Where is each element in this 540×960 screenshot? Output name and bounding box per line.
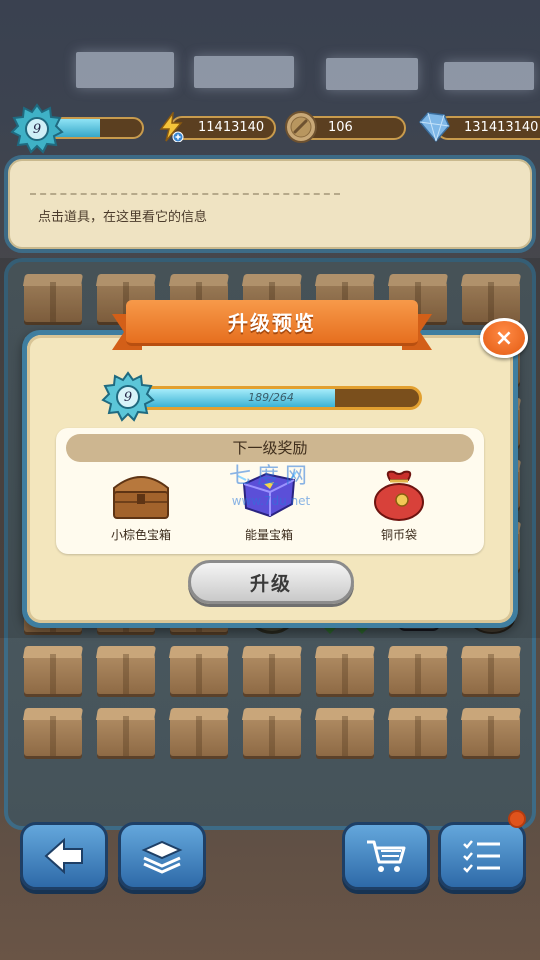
upgrade-button-label: 升级 bbox=[249, 572, 292, 595]
grid-cell-crate[interactable] bbox=[456, 644, 524, 700]
shop-button[interactable] bbox=[342, 822, 430, 890]
crate-icon bbox=[316, 654, 374, 694]
notification-dot bbox=[508, 810, 526, 828]
energy-chest-icon bbox=[234, 466, 304, 522]
grid-cell-crate[interactable] bbox=[310, 644, 378, 700]
crate-icon bbox=[170, 654, 228, 694]
reward-item[interactable]: 铜币袋 bbox=[344, 466, 454, 546]
modal-title: 升级预览 bbox=[126, 300, 418, 346]
crate-icon bbox=[316, 716, 374, 756]
tasks-button[interactable] bbox=[438, 822, 526, 890]
reward-label: 小棕色宝箱 bbox=[110, 528, 171, 542]
coin-bag-icon bbox=[364, 466, 434, 522]
grid-cell-crate[interactable] bbox=[18, 644, 86, 700]
crate-icon bbox=[389, 716, 447, 756]
crate-icon bbox=[462, 654, 520, 694]
grid-cell-crate[interactable] bbox=[237, 644, 305, 700]
reward-item[interactable]: 能量宝箱 bbox=[214, 466, 324, 546]
close-icon: × bbox=[494, 325, 514, 351]
reward-label: 能量宝箱 bbox=[244, 528, 293, 542]
crate-icon bbox=[97, 716, 155, 756]
item-info-panel: 点击道具，在这里看它的信息 bbox=[4, 155, 536, 253]
modal-title-ribbon: 升级预览 bbox=[112, 300, 432, 350]
checklist-icon bbox=[463, 840, 500, 873]
crate-icon bbox=[97, 654, 155, 694]
back-button[interactable] bbox=[20, 822, 108, 890]
level-gear-icon[interactable]: 9 bbox=[10, 102, 64, 156]
crate-icon bbox=[170, 716, 228, 756]
energy-value: 11413140 bbox=[198, 120, 265, 135]
upgrade-progress-text: 189/264 bbox=[248, 391, 294, 404]
box-layers-icon bbox=[141, 840, 183, 874]
crate-icon bbox=[243, 654, 301, 694]
next-level-rewards-card: 下一级奖励 小棕色宝箱 能量宝箱 铜币袋 bbox=[56, 428, 484, 554]
upgrade-button[interactable]: 升级 bbox=[188, 560, 354, 604]
background-window bbox=[444, 62, 534, 90]
coin-icon bbox=[284, 110, 318, 144]
crate-icon bbox=[243, 716, 301, 756]
background-window bbox=[326, 58, 418, 90]
upgrade-progress-bar: 189/264 bbox=[120, 386, 422, 410]
lightning-icon bbox=[156, 110, 186, 143]
crate-icon bbox=[389, 654, 447, 694]
grid-cell-crate[interactable] bbox=[91, 706, 159, 762]
cart-icon bbox=[367, 840, 406, 872]
status-bar: 9 11413140 106 131413140 bbox=[0, 103, 540, 154]
brown-chest-icon bbox=[106, 466, 176, 522]
grid-cell-crate[interactable] bbox=[383, 706, 451, 762]
gem-icon bbox=[416, 110, 452, 144]
crate-icon bbox=[462, 716, 520, 756]
grid-cell-crate[interactable] bbox=[164, 706, 232, 762]
reward-item[interactable]: 小棕色宝箱 bbox=[86, 466, 196, 546]
grid-cell-crate[interactable] bbox=[164, 644, 232, 700]
grid-cell-crate[interactable] bbox=[18, 706, 86, 762]
background-window bbox=[194, 56, 294, 88]
background-window bbox=[76, 52, 174, 88]
grid-cell-crate[interactable] bbox=[91, 644, 159, 700]
gems-value: 131413140 bbox=[464, 120, 539, 135]
grid-cell-crate[interactable] bbox=[383, 644, 451, 700]
close-button[interactable]: × bbox=[480, 318, 528, 358]
layers-button[interactable] bbox=[118, 822, 206, 890]
modal-level-gear-icon: 9 bbox=[98, 370, 158, 424]
rewards-title: 下一级奖励 bbox=[66, 434, 474, 462]
info-hint-text: 点击道具，在这里看它的信息 bbox=[38, 210, 208, 225]
info-divider bbox=[30, 193, 340, 195]
grid-cell-crate[interactable] bbox=[310, 706, 378, 762]
level-number: 9 bbox=[32, 121, 42, 137]
reward-label: 铜币袋 bbox=[380, 528, 417, 542]
crate-icon bbox=[24, 716, 82, 756]
back-arrow-icon bbox=[44, 837, 83, 875]
grid-cell-crate[interactable] bbox=[237, 706, 305, 762]
coins-value: 106 bbox=[328, 120, 353, 135]
crate-icon bbox=[24, 654, 82, 694]
modal-level-number: 9 bbox=[123, 389, 133, 405]
grid-cell-crate[interactable] bbox=[456, 706, 524, 762]
